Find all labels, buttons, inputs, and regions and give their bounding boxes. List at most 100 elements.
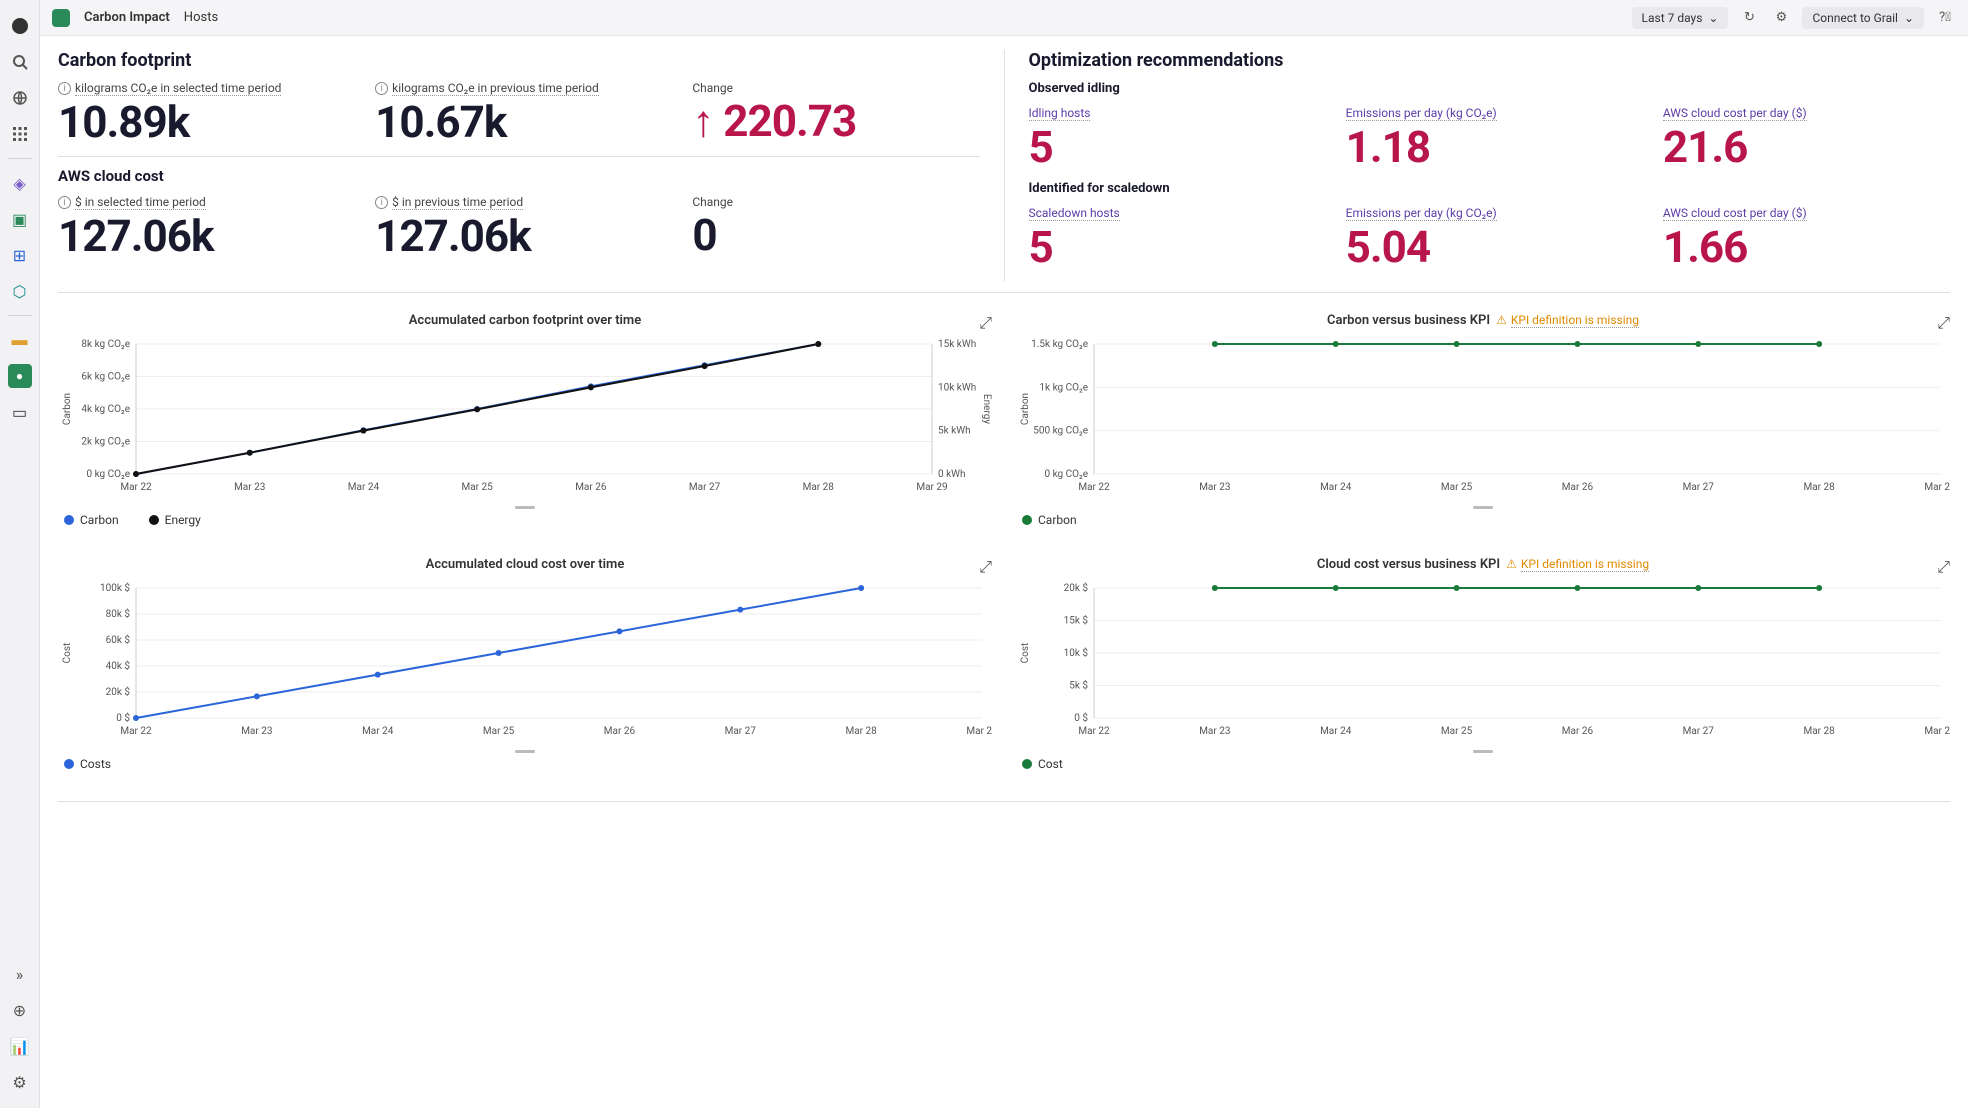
dashboard-content: Carbon footprint i kilograms CO₂e in sele… [40,36,1968,1108]
svg-text:10k kWh: 10k kWh [938,382,976,393]
svg-text:8k kg CO₂e: 8k kg CO₂e [81,339,130,350]
drag-handle[interactable] [515,506,535,509]
svg-text:Mar 26: Mar 26 [604,726,636,737]
chart-svg: 0 $20k $40k $60k $80k $100k $CostMar 22M… [58,580,992,740]
kpi-value: 1.18 [1346,123,1633,171]
nav-folder-icon[interactable]: ▬ [8,328,32,352]
svg-text:15k $: 15k $ [1064,613,1089,626]
chart-title: Accumulated cloud cost over time [426,557,625,572]
nav-chart-icon[interactable]: 📊 [8,1034,32,1058]
svg-text:Mar 22: Mar 22 [1078,726,1110,737]
svg-text:Mar 27: Mar 27 [689,482,721,493]
nav-cube-icon[interactable]: ◈ [8,171,32,195]
search-icon[interactable] [8,50,32,74]
expand-icon[interactable]: ⤢ [1937,557,1950,577]
legend-item: Energy [149,513,201,527]
chart-svg: 0 kg CO₂e2k kg CO₂e4k kg CO₂e6k kg CO₂e8… [58,336,992,496]
connect-grail-button[interactable]: Connect to Grail ⌄ [1802,7,1924,29]
svg-text:Cost: Cost [62,642,73,663]
svg-text:Mar 28: Mar 28 [846,726,878,737]
svg-text:Mar 26: Mar 26 [1562,726,1594,737]
info-icon[interactable]: i [375,196,388,209]
idling-cost-link[interactable]: AWS cloud cost per day ($) [1663,106,1807,121]
idling-emissions-link[interactable]: Emissions per day (kg CO₂e) [1346,106,1497,121]
svg-text:Mar 23: Mar 23 [241,726,272,737]
svg-text:1.5k kg CO₂e: 1.5k kg CO₂e [1031,339,1088,350]
nav-monitor-icon[interactable]: ▭ [8,400,32,424]
globe-icon[interactable] [8,86,32,110]
svg-text:Mar 25: Mar 25 [1441,726,1473,737]
svg-text:Mar 28: Mar 28 [803,482,835,493]
breadcrumb-page[interactable]: Hosts [184,10,218,25]
chart-cost-kpi: Cloud cost versus business KPI ⚠KPI defi… [1016,557,1950,771]
settings-icon[interactable]: ⚙ [1770,7,1792,29]
kpi-value: 5.04 [1346,223,1633,271]
nav-box-icon[interactable]: ▣ [8,207,32,231]
svg-text:10k $: 10k $ [1064,646,1089,659]
svg-text:20k $: 20k $ [1064,581,1089,594]
svg-text:Mar 24: Mar 24 [348,482,380,493]
nav-globe2-icon[interactable]: ⊕ [8,998,32,1022]
breadcrumb-app[interactable]: Carbon Impact [84,10,170,25]
legend-item: Costs [64,757,111,771]
expand-sidebar-icon[interactable]: » [8,962,32,986]
drag-handle[interactable] [1473,506,1493,509]
expand-icon[interactable]: ⤢ [979,557,992,577]
chart-svg: 0 $5k $10k $15k $20k $CostMar 22Mar 23Ma… [1016,580,1950,740]
svg-text:Mar 29: Mar 29 [916,482,947,493]
expand-icon[interactable]: ⤢ [1937,313,1950,333]
scaledown-hosts-link[interactable]: Scaledown hosts [1029,206,1120,221]
svg-text:Carbon: Carbon [1020,393,1031,425]
chevron-down-icon: ⌄ [1904,11,1914,25]
topbar: Carbon Impact Hosts Last 7 days ⌄ ↻ ⚙ Co… [40,0,1968,36]
idling-title: Observed idling [1029,81,1951,96]
svg-text:4k kg CO₂e: 4k kg CO₂e [81,404,130,415]
kpi-value: 0 [692,211,979,259]
arrow-up-icon: ↑ [692,95,713,147]
svg-text:Mar 23: Mar 23 [1199,482,1230,493]
nav-gear-icon[interactable]: ⚙ [8,1070,32,1094]
svg-text:Mar 22: Mar 22 [120,482,152,493]
idling-hosts-link[interactable]: Idling hosts [1029,106,1091,121]
idling-kpi-row: Idling hosts5 Emissions per day (kg CO₂e… [1029,102,1951,171]
nav-carbon-icon[interactable]: ● [8,364,32,388]
nav-hex-icon[interactable]: ⬡ [8,279,32,303]
apps-icon[interactable] [8,122,32,146]
svg-text:40k $: 40k $ [106,659,131,672]
svg-text:5k kWh: 5k kWh [938,425,971,436]
chart-title: Cloud cost versus business KPI [1317,557,1500,572]
footprint-kpi-row: ikilograms CO₂e in selected time period … [58,81,980,146]
drag-handle[interactable] [1473,750,1493,753]
chart-carbon-time: Accumulated carbon footprint over time ⤢… [58,313,992,527]
svg-text:6k kg CO₂e: 6k kg CO₂e [81,371,130,382]
svg-text:0 kg CO₂e: 0 kg CO₂e [1044,469,1088,480]
drag-handle[interactable] [515,750,535,753]
kpi-label: kilograms CO₂e in selected time period [75,81,281,96]
svg-text:Mar 27: Mar 27 [725,726,757,737]
scaledown-emissions-link[interactable]: Emissions per day (kg CO₂e) [1346,206,1497,221]
chart-svg: 0 kg CO₂e500 kg CO₂e1k kg CO₂e1.5k kg CO… [1016,336,1950,496]
svg-text:Mar 26: Mar 26 [1562,482,1594,493]
logo-icon[interactable] [8,14,32,38]
refresh-icon[interactable]: ↻ [1738,7,1760,29]
carbon-footprint-title: Carbon footprint [58,50,980,71]
expand-icon[interactable]: ⤢ [979,313,992,333]
svg-text:Mar 29: Mar 29 [1924,482,1950,493]
svg-text:Mar 22: Mar 22 [1078,482,1110,493]
chevron-down-icon: ⌄ [1708,11,1718,25]
help-icon[interactable]: ?⃝ [1934,7,1956,29]
scaledown-cost-link[interactable]: AWS cloud cost per day ($) [1663,206,1807,221]
svg-text:Mar 29: Mar 29 [966,726,992,737]
info-icon[interactable]: i [58,82,71,95]
svg-text:Cost: Cost [1020,642,1031,663]
chart-cost-time: Accumulated cloud cost over time ⤢ 0 $20… [58,557,992,771]
warning-badge: ⚠KPI definition is missing [1496,313,1639,328]
scaledown-title: Identified for scaledown [1029,181,1951,196]
nav-grid-icon[interactable]: ⊞ [8,243,32,267]
info-icon[interactable]: i [375,82,388,95]
info-icon[interactable]: i [58,196,71,209]
time-range-selector[interactable]: Last 7 days ⌄ [1632,7,1729,29]
svg-text:60k $: 60k $ [106,633,131,646]
svg-text:Mar 25: Mar 25 [462,482,494,493]
svg-text:Carbon: Carbon [62,393,73,425]
